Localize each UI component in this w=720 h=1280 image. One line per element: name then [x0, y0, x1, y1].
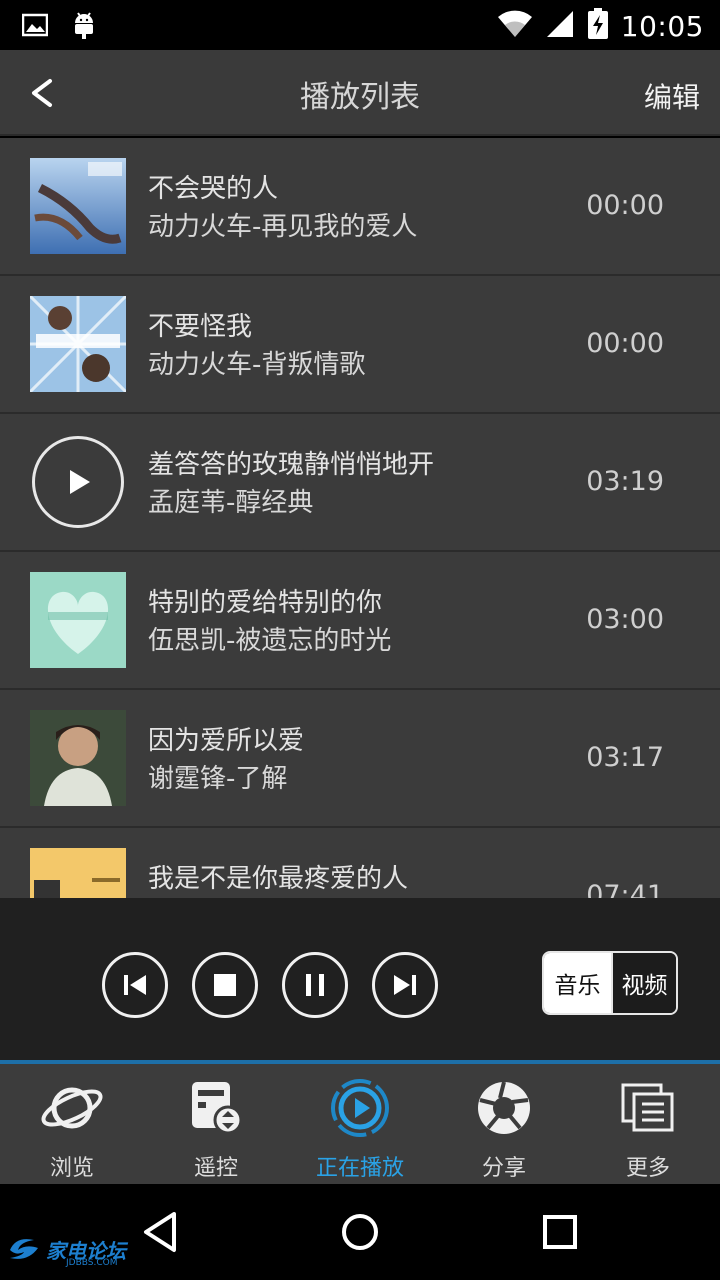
playback-controls: 音乐 视频	[0, 898, 720, 1060]
song-duration: 00:00	[586, 328, 664, 359]
album-cover-5	[30, 848, 126, 898]
signal-icon	[545, 9, 575, 43]
watermark: 家电论坛 JDBBS.COM	[6, 1234, 126, 1268]
song-title: 特别的爱给特别的你	[148, 588, 383, 618]
song-artist: 动力火车-再见我的爱人	[148, 212, 418, 242]
song-title: 不会哭的人	[148, 174, 279, 204]
pause-button[interactable]	[282, 952, 348, 1018]
pause-icon	[306, 974, 324, 996]
clock: 10:05	[620, 9, 704, 43]
stop-icon	[214, 974, 236, 996]
previous-button[interactable]	[102, 952, 168, 1018]
song-duration: 00:00	[586, 190, 664, 221]
back-triangle-icon	[144, 1212, 176, 1252]
song-artist: 谢霆锋-了解	[148, 764, 288, 794]
play-icon[interactable]	[32, 436, 124, 528]
song-artist: 孟庭苇-醇经典	[148, 488, 314, 518]
playlist-item[interactable]: 我是不是你最疼爱的人 07:41	[0, 828, 720, 898]
app-header: 播放列表 编辑	[0, 50, 720, 136]
now-playing-icon	[331, 1079, 389, 1137]
tab-remote[interactable]: 遥控	[144, 1064, 288, 1184]
tab-label: 遥控	[193, 1156, 238, 1181]
toggle-video[interactable]: 视频	[610, 953, 676, 1013]
song-title: 我是不是你最疼爱的人	[148, 864, 409, 894]
album-cover-3	[30, 572, 126, 668]
album-cover-4	[30, 710, 126, 806]
watermark-sub: JDBBS.COM	[66, 1258, 118, 1268]
song-artist: 动力火车-背叛情歌	[148, 350, 366, 380]
tab-label: 浏览	[49, 1156, 94, 1181]
recents-square-icon	[543, 1215, 577, 1249]
song-duration: 07:41	[586, 880, 664, 898]
tab-more[interactable]: 更多	[576, 1064, 720, 1184]
album-cover-1	[30, 158, 126, 254]
battery-charging-icon	[587, 8, 609, 44]
song-title: 因为爱所以爱	[148, 726, 305, 756]
stop-button[interactable]	[192, 952, 258, 1018]
image-icon	[21, 13, 49, 41]
tab-now-playing[interactable]: 正在播放	[288, 1064, 432, 1184]
playlist[interactable]: 不会哭的人 动力火车-再见我的爱人 00:00 不要怪我 动力火车-背叛情歌 0…	[0, 138, 720, 898]
song-duration: 03:00	[586, 604, 664, 635]
android-icon	[72, 10, 96, 44]
tab-label: 更多	[625, 1156, 670, 1181]
playlist-item[interactable]: 特别的爱给特别的你 伍思凯-被遗忘的时光 03:00	[0, 552, 720, 690]
aperture-icon	[478, 1081, 530, 1134]
song-title: 不要怪我	[148, 312, 253, 342]
toggle-music[interactable]: 音乐	[544, 953, 611, 1013]
recents-nav-button[interactable]	[534, 1206, 586, 1258]
edit-button[interactable]: 编辑	[644, 76, 700, 116]
song-duration: 03:19	[586, 466, 664, 497]
watermark-logo-icon	[10, 1239, 38, 1259]
next-icon	[394, 975, 416, 995]
tab-bar: 浏览 遥控 正在播放 分享 更多	[0, 1064, 720, 1184]
home-circle-icon	[342, 1214, 378, 1250]
playlist-item[interactable]: 不会哭的人 动力火车-再见我的爱人 00:00	[0, 138, 720, 276]
home-nav-button[interactable]	[334, 1206, 386, 1258]
wifi-icon	[497, 10, 533, 42]
tab-share[interactable]: 分享	[432, 1064, 576, 1184]
playlist-item[interactable]: 不要怪我 动力火车-背叛情歌 00:00	[0, 276, 720, 414]
song-title: 羞答答的玫瑰静悄悄地开	[148, 450, 435, 480]
previous-icon	[124, 975, 146, 995]
page-title: 播放列表	[300, 80, 420, 115]
tab-browse[interactable]: 浏览	[0, 1064, 144, 1184]
album-cover-2	[30, 296, 126, 392]
song-duration: 03:17	[586, 742, 664, 773]
back-nav-button[interactable]	[134, 1206, 186, 1258]
tab-label: 正在播放	[315, 1156, 404, 1181]
tab-label: 分享	[481, 1156, 526, 1181]
next-button[interactable]	[372, 952, 438, 1018]
more-pages-icon	[621, 1083, 674, 1132]
status-bar: 10:05	[0, 0, 720, 50]
media-type-toggle[interactable]: 音乐 视频	[542, 951, 678, 1015]
planet-icon	[41, 1087, 103, 1129]
song-artist: 伍思凯-被遗忘的时光	[148, 626, 392, 656]
playlist-item[interactable]: 羞答答的玫瑰静悄悄地开 孟庭苇-醇经典 03:19	[0, 414, 720, 552]
playlist-item[interactable]: 因为爱所以爱 谢霆锋-了解 03:17	[0, 690, 720, 828]
remote-icon	[192, 1082, 243, 1135]
